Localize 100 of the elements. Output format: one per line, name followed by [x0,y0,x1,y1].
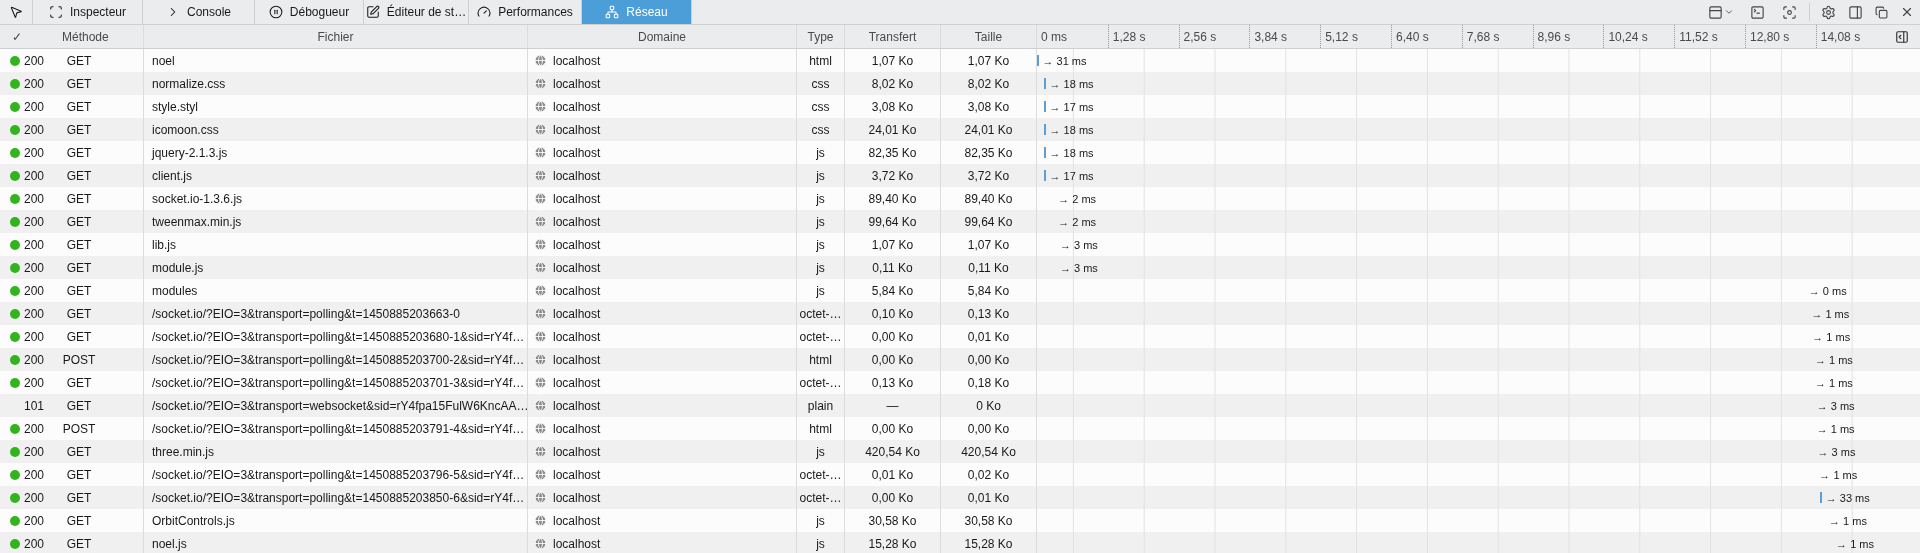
devtools-tab[interactable]: Inspecteur [33,0,143,24]
globe-icon [534,445,547,458]
file-name: OrbitControls.js [152,513,235,528]
timing-label: → 1 ms [1819,468,1858,481]
file-name: normalize.css [152,76,226,91]
globe-icon [534,215,547,228]
content-type: js [816,536,825,551]
file-name: /socket.io/?EIO=3&transport=polling&t=1450885203701-3&sid=rY4f… [152,375,525,390]
content-type: js [816,513,825,528]
request-method: GET [65,237,93,252]
file-name: /socket.io/?EIO=3&transport=polling&t=1450885203796-5&sid=rY4f… [152,467,525,482]
status-code: 200 [24,306,46,321]
status-code: 200 [24,76,46,91]
content-type: html [809,421,832,436]
domain-name: localhost [553,145,601,160]
request-method: GET [65,513,93,528]
devtools-tab[interactable]: Éditeur de st… [364,0,469,24]
pause-icon [268,5,283,19]
transfer-size: 99,64 Ko [868,214,917,229]
domain-column-header[interactable]: Domaine [528,25,797,48]
domain-name: localhost [553,99,601,114]
globe-icon [534,376,547,389]
globe-icon [534,514,547,527]
content-type: css [811,76,830,91]
timing-label: → 2 ms [1058,192,1097,205]
file-size: 0,01 Ko [967,329,1010,344]
file-size: 24,01 Ko [964,122,1013,137]
pencil-icon [365,5,380,19]
file-name: modules [152,283,198,298]
domain-name: localhost [553,168,601,183]
request-method: GET [65,168,93,183]
terminal-icon [1749,4,1765,20]
request-method: GET [65,260,93,275]
timeline-tick-label: 12,80 s [1744,25,1816,48]
devtools-tab[interactable]: Console [143,0,255,24]
panel-toggle-icon [1894,29,1909,44]
timeline-tick-label: 8,96 s [1532,25,1604,48]
content-type: js [816,145,825,160]
globe-icon [534,192,547,205]
timing-label: → 0 ms [1808,284,1847,297]
request-method: GET [65,283,93,298]
size-column-header[interactable]: Taille [941,25,1037,48]
status-code: 200 [24,122,46,137]
domain-name: localhost [553,76,601,91]
file-name: /socket.io/?EIO=3&transport=polling&t=1450885203663-0 [152,306,460,321]
transfer-size: 89,40 Ko [868,191,917,206]
file-name: /socket.io/?EIO=3&transport=websocket&sid=rY4fpa15FulW6KncAA… [152,398,527,413]
status-code: 200 [24,53,46,68]
status-code: 200 [24,375,46,390]
content-type: js [816,214,825,229]
request-method: GET [65,375,93,390]
timeline-tick-label: 2,56 s [1178,25,1250,48]
timing-label: → 1 ms [1814,353,1853,366]
domain-name: localhost [553,306,601,321]
globe-icon [534,468,547,481]
timeline-tick-label: 1,28 s [1107,25,1179,48]
type-column-header[interactable]: Type [797,25,845,48]
timing-label: → 1 ms [1814,376,1853,389]
timeline-tick-label: 10,24 s [1603,25,1675,48]
file-size: 82,35 Ko [964,145,1013,160]
timing-label: → 18 ms [1049,123,1094,136]
transfer-size: 15,28 Ko [868,536,917,551]
transfer-size: 82,35 Ko [868,145,917,160]
timing-label: → 1 ms [1816,422,1855,435]
content-type: octet-… [799,467,842,482]
content-type: octet-… [799,329,842,344]
devtools-tab[interactable]: Débogueur [255,0,364,24]
content-type: js [816,260,825,275]
transfer-size: 0,13 Ko [871,375,914,390]
file-size: 420,54 Ko [961,444,1016,459]
globe-icon [534,353,547,366]
domain-name: localhost [553,421,601,436]
timing-label: → 3 ms [1816,399,1855,412]
file-size: 0,00 Ko [967,352,1010,367]
file-name: socket.io-1.3.6.js [152,191,243,206]
globe-icon [534,422,547,435]
status-column-header[interactable]: ✓ [12,29,52,44]
request-method: GET [65,145,93,160]
status-code: 200 [24,444,46,459]
status-code: 200 [24,421,46,436]
file-size: 0,13 Ko [967,306,1010,321]
transfer-size: 30,58 Ko [868,513,917,528]
globe-icon [534,399,547,412]
transfer-size: 1,07 Ko [871,237,914,252]
method-column-header[interactable]: Méthode [62,29,109,44]
domain-name: localhost [553,329,601,344]
transfer-size: 1,07 Ko [871,53,914,68]
globe-icon [534,307,547,320]
file-size: 1,07 Ko [967,237,1010,252]
file-column-header[interactable]: Fichier [144,25,528,48]
file-name: noel [152,53,175,68]
timing-label: → 1 ms [1812,330,1851,343]
timing-label: → 18 ms [1049,77,1094,90]
domain-name: localhost [553,490,601,505]
transfer-column-header[interactable]: Transfert [845,25,941,48]
status-code: 200 [24,168,46,183]
file-size: 99,64 Ko [964,214,1013,229]
transfer-size: 3,08 Ko [871,99,914,114]
side-panel-icon [1847,4,1863,20]
transfer-size: 0,10 Ko [871,306,914,321]
